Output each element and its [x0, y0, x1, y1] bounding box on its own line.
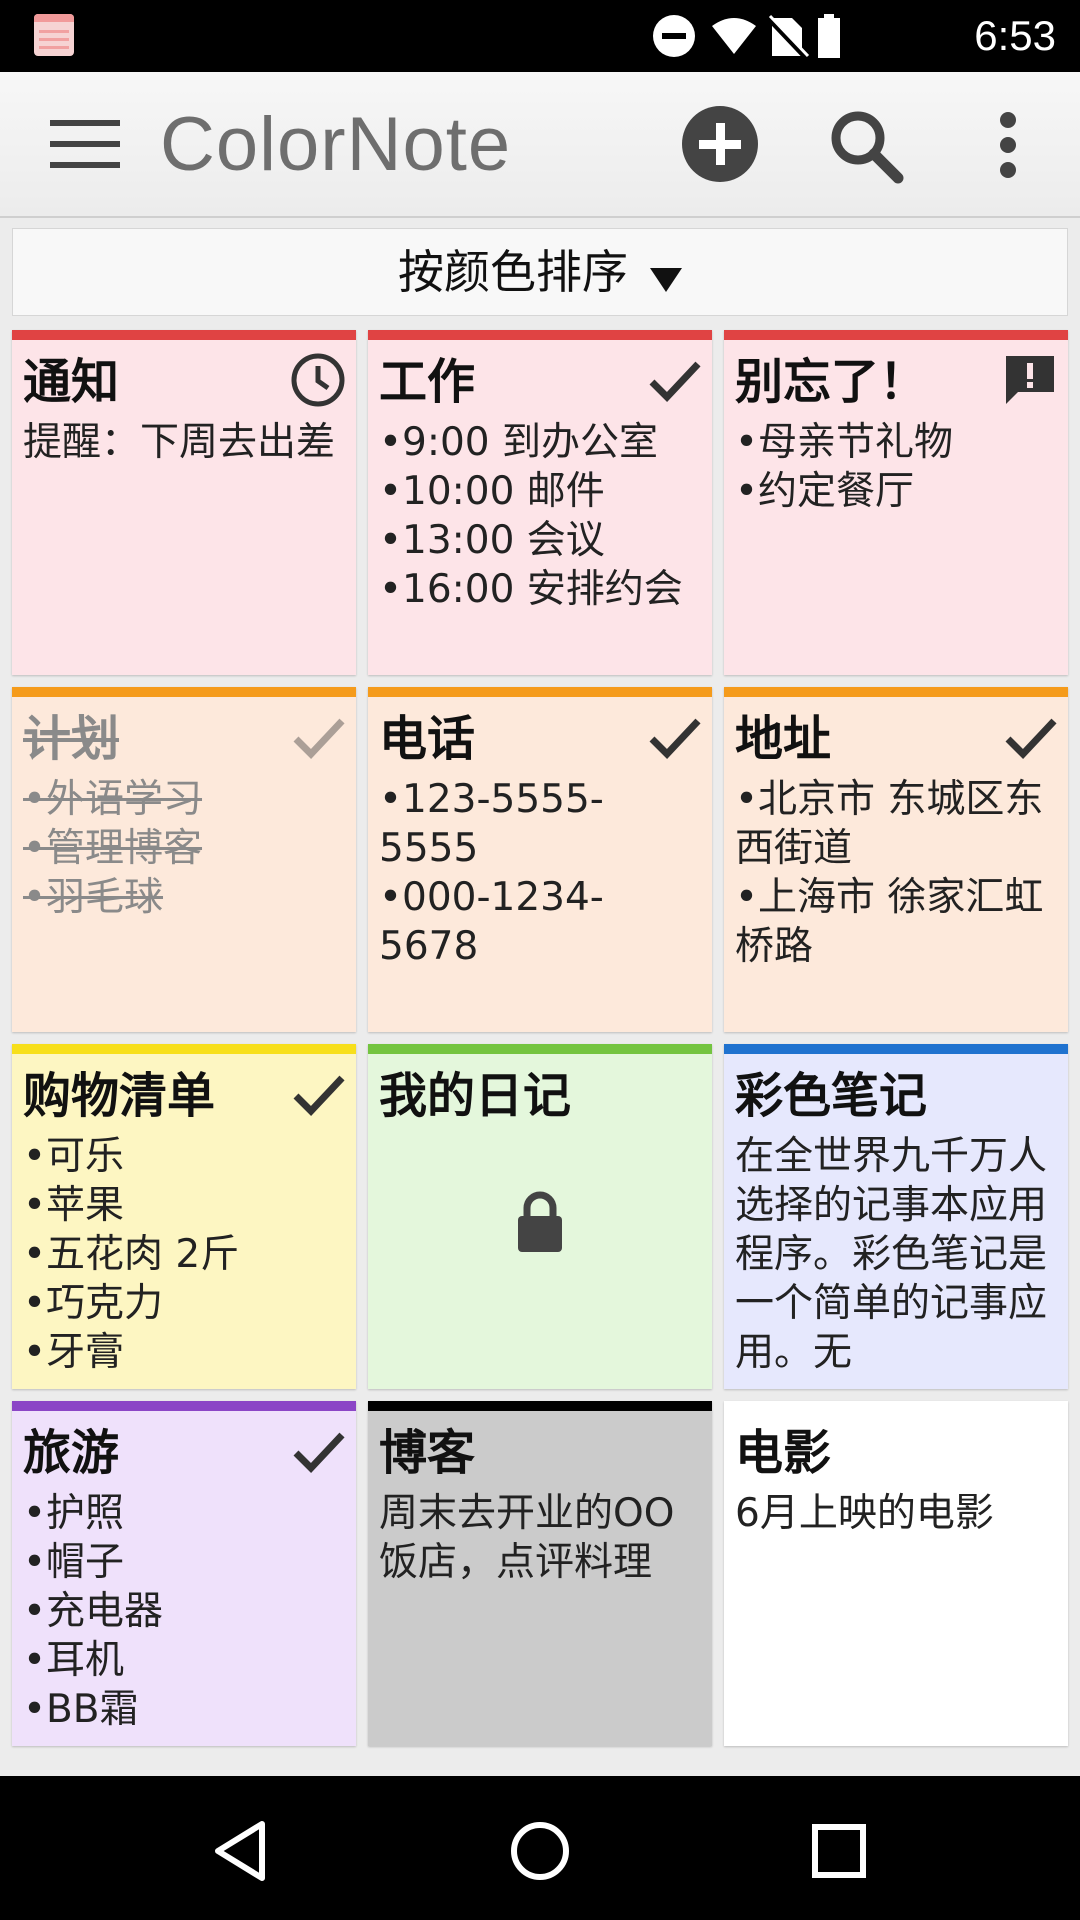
note-line: •牙膏 [23, 1330, 125, 1375]
note-line: •苹果 [23, 1183, 125, 1228]
note-line: •北京市 东城区东西街道 [735, 777, 1044, 871]
note-line: •护照 [23, 1491, 125, 1536]
note-line: 周末去开业的OO饭店，点评料理 [379, 1491, 675, 1585]
note-title: 我的日记 [379, 1068, 572, 1124]
check-icon [1002, 709, 1058, 765]
alert-icon [1002, 352, 1058, 408]
note-body: •9:00 到办公室 •10:00 邮件 •13:00 会议 •16:00 安排约会 [379, 418, 700, 614]
note-line: •BB霜 [23, 1687, 139, 1732]
note-card[interactable]: 工作 •9:00 到办公室 •10:00 邮件 •13:00 会议 •16:00 安排约… [368, 330, 712, 675]
add-note-button[interactable] [682, 106, 758, 182]
note-line: •母亲节礼物 [735, 420, 954, 465]
note-card[interactable]: 博客周末去开业的OO饭店，点评料理 [368, 1401, 712, 1746]
note-body: •123-5555-5555 •000-1234-5678 [379, 775, 700, 971]
app-bar: ColorNote [0, 72, 1080, 218]
wifi-icon [712, 18, 756, 54]
check-icon [646, 352, 702, 408]
note-card[interactable]: 我的日记 [368, 1044, 712, 1389]
note-card[interactable]: 地址 •北京市 东城区东西街道 •上海市 徐家汇虹桥路 [724, 687, 1068, 1032]
back-icon[interactable] [206, 1816, 276, 1886]
note-line: •123-5555-5555 [379, 777, 604, 871]
note-line: •帽子 [23, 1540, 125, 1585]
note-line: •五花肉 2斤 [23, 1232, 240, 1277]
lock-icon [516, 1190, 564, 1254]
note-body: 在全世界九千万人选择的记事本应用程序。彩色笔记是一个简单的记事应用。无 [735, 1132, 1056, 1377]
note-body: •护照 •帽子 •充电器 •耳机 •BB霜 [23, 1489, 344, 1734]
note-card[interactable]: 计划 •外语学习 •管理博客 •羽毛球 [12, 687, 356, 1032]
do-not-disturb-icon [653, 15, 695, 57]
note-card[interactable]: 旅游 •护照 •帽子 •充电器 •耳机 •BB霜 [12, 1401, 356, 1746]
note-line: •管理博客 [23, 826, 203, 871]
check-icon [646, 709, 702, 765]
note-title: 彩色笔记 [735, 1068, 928, 1124]
check-icon [290, 1066, 346, 1122]
note-line: 提醒：下周去出差 [23, 420, 336, 465]
no-sim-icon [766, 14, 810, 60]
sort-label: 按颜色排序 [398, 245, 628, 299]
note-title: 博客 [379, 1425, 476, 1481]
note-card[interactable]: 电话 •123-5555-5555 •000-1234-5678 [368, 687, 712, 1032]
note-body: 6月上映的电影 [735, 1489, 1056, 1538]
note-body: •可乐 •苹果 •五花肉 2斤 •巧克力 •牙膏 [23, 1132, 344, 1377]
home-icon[interactable] [505, 1816, 575, 1886]
note-card[interactable]: 购物清单 •可乐 •苹果 •五花肉 2斤 •巧克力 •牙膏 [12, 1044, 356, 1389]
note-line: •10:00 邮件 [379, 469, 605, 514]
more-options-icon[interactable] [996, 112, 1020, 178]
note-line: •9:00 到办公室 [379, 420, 658, 465]
note-card[interactable]: 通知 提醒：下周去出差 [12, 330, 356, 675]
clock-icon [290, 352, 346, 408]
note-line: •上海市 徐家汇虹桥路 [735, 875, 1044, 969]
check-icon [290, 1423, 346, 1479]
note-line: •外语学习 [23, 777, 203, 822]
note-card[interactable]: 别忘了！ •母亲节礼物 •约定餐厅 [724, 330, 1068, 675]
note-line: •16:00 安排约会 [379, 567, 683, 612]
recents-icon[interactable] [804, 1816, 874, 1886]
note-line: 在全世界九千万人选择的记事本应用程序。彩色笔记是一个简单的记事应用。无 [735, 1134, 1048, 1375]
app-title: ColorNote [160, 102, 512, 187]
clock-time: 6:53 [974, 12, 1056, 59]
note-line: •巧克力 [23, 1281, 164, 1326]
notes-grid: 通知 提醒：下周去出差 工作 •9:00 到办公室 •10:00 邮件 •13:00 会议… [12, 330, 1068, 1746]
note-body: •北京市 东城区东西街道 •上海市 徐家汇虹桥路 [735, 775, 1056, 971]
note-line: •约定餐厅 [735, 469, 915, 514]
note-line: 6月上映的电影 [735, 1491, 994, 1536]
check-icon [290, 709, 346, 765]
note-line: •000-1234-5678 [379, 875, 604, 969]
navigation-bar [0, 1776, 1080, 1920]
dropdown-arrow-icon [650, 267, 682, 292]
note-line: •耳机 [23, 1638, 125, 1683]
sort-dropdown[interactable]: 按颜色排序 [12, 228, 1068, 316]
status-bar: 6:53 [0, 0, 1080, 72]
menu-icon[interactable] [50, 120, 120, 168]
note-card[interactable]: 电影 6月上映的电影 [724, 1401, 1068, 1746]
colornote-notification-icon [34, 14, 74, 56]
note-title: 电影 [735, 1425, 832, 1481]
note-body: •外语学习 •管理博客 •羽毛球 [23, 775, 344, 922]
note-line: •羽毛球 [23, 875, 164, 920]
battery-icon [818, 14, 840, 58]
note-card[interactable]: 彩色笔记在全世界九千万人选择的记事本应用程序。彩色笔记是一个简单的记事应用。无 [724, 1044, 1068, 1389]
note-line: •充电器 [23, 1589, 164, 1634]
note-body: 周末去开业的OO饭店，点评料理 [379, 1489, 700, 1587]
search-icon[interactable] [826, 106, 906, 186]
note-line: •13:00 会议 [379, 518, 605, 563]
status-icons [653, 14, 840, 60]
note-line: •可乐 [23, 1134, 125, 1179]
note-body: •母亲节礼物 •约定餐厅 [735, 418, 1056, 516]
note-body: 提醒：下周去出差 [23, 418, 344, 467]
